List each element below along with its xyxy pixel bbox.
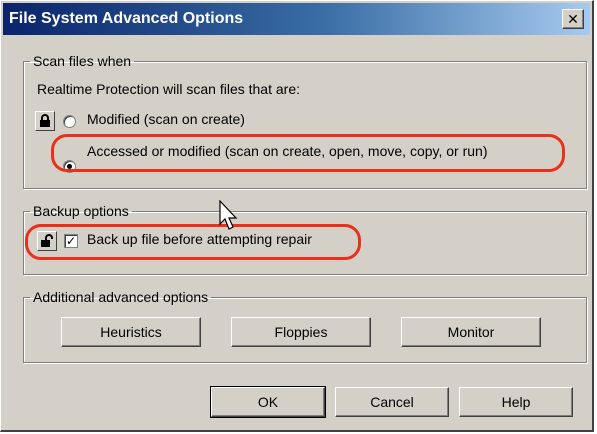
mouse-pointer-icon [219, 200, 238, 230]
help-button-label: Help [501, 394, 531, 410]
help-button[interactable]: Help [459, 387, 573, 417]
ok-button[interactable]: OK [210, 386, 326, 418]
close-button[interactable]: ✕ [562, 9, 584, 29]
padlock-closed-icon [40, 114, 50, 127]
radio-modified-label[interactable]: Modified (scan on create) [87, 111, 245, 127]
window-title: File System Advanced Options [9, 10, 244, 27]
ok-button-label: OK [257, 394, 279, 410]
heuristics-button[interactable]: Heuristics [61, 317, 201, 347]
advanced-options-legend: Additional advanced options [33, 289, 209, 305]
lock-button-modified[interactable] [35, 111, 55, 131]
cancel-button[interactable]: Cancel [335, 387, 449, 417]
backup-options-legend: Backup options [33, 203, 129, 219]
radio-modified[interactable] [63, 115, 76, 128]
highlight-accessed-option [51, 134, 565, 172]
highlight-backup-option [25, 224, 361, 260]
floppies-button-label: Floppies [274, 324, 328, 340]
close-icon: ✕ [567, 11, 579, 27]
floppies-button[interactable]: Floppies [231, 317, 371, 347]
cancel-button-label: Cancel [370, 394, 414, 410]
dialog-window: File System Advanced Options ✕ Scan file… [0, 0, 594, 432]
heuristics-button-label: Heuristics [100, 324, 162, 340]
scan-files-legend: Scan files when [33, 53, 132, 69]
scan-description: Realtime Protection will scan files that… [37, 81, 300, 97]
monitor-button[interactable]: Monitor [401, 317, 541, 347]
monitor-button-label: Monitor [447, 324, 495, 340]
title-bar[interactable]: File System Advanced Options ✕ [3, 3, 590, 35]
